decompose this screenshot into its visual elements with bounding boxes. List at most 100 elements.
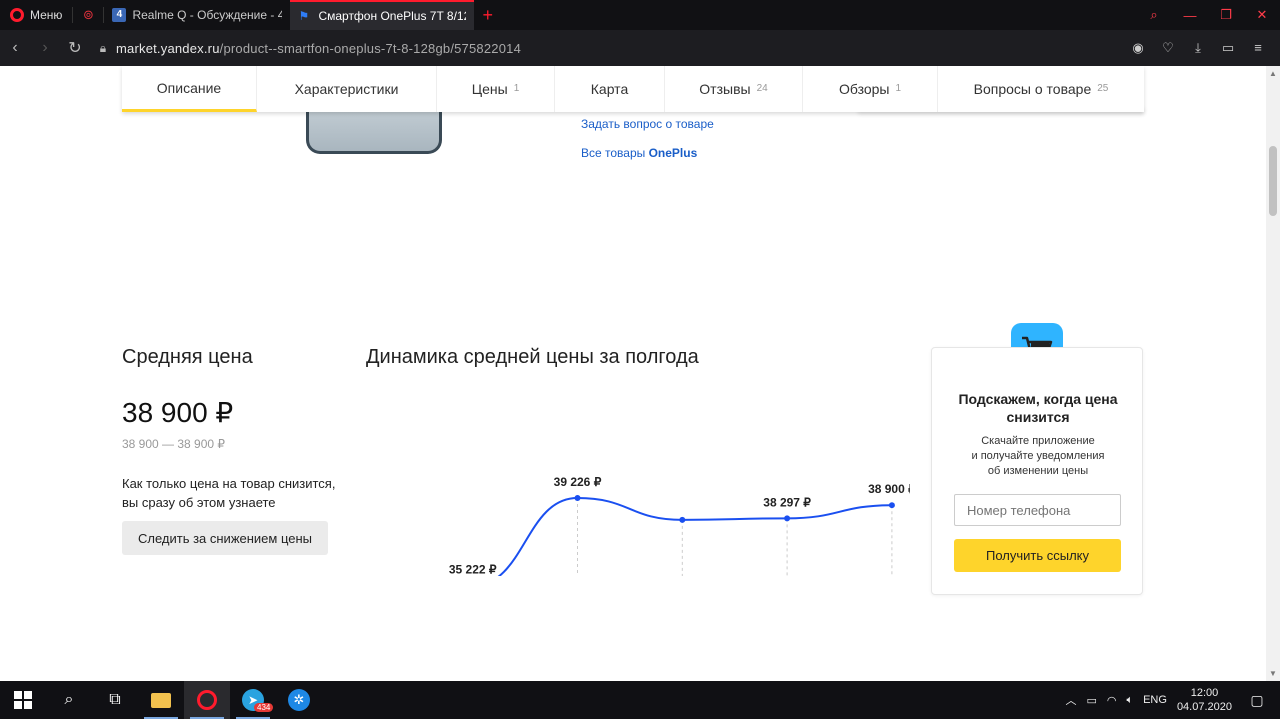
tab-description[interactable]: Описание: [122, 66, 257, 112]
tab-label: Цены: [471, 81, 508, 97]
clock[interactable]: 12:00 04.07.2020: [1177, 686, 1232, 714]
browser-tab-strip: Меню ⊚ 4 Realme Q - Обсуждение - 4 ⚑ Сма…: [0, 0, 1280, 30]
4pda-favicon-icon: 4: [112, 8, 127, 22]
chart-point: [888, 502, 895, 509]
battery-saver-icon[interactable]: ▭: [1218, 40, 1238, 56]
battery-icon[interactable]: ▭: [1086, 694, 1096, 707]
tab-label: Характеристики: [294, 81, 399, 97]
telegram-unread-badge: 434: [254, 703, 274, 712]
volume-icon[interactable]: 🔈︎: [1126, 694, 1133, 707]
gamepad-icon[interactable]: ⊚: [73, 0, 103, 30]
price-range: 38 900 — 38 900 ₽: [122, 437, 226, 451]
price-alert-subtitle: Скачайте приложение и получайте уведомле…: [932, 434, 1144, 479]
search-icon[interactable]: ⌕: [1136, 7, 1172, 23]
forward-icon[interactable]: ›: [30, 39, 60, 57]
easy-setup-icon[interactable]: ≡: [1248, 40, 1268, 56]
tab-count: 24: [756, 82, 768, 94]
chart-data-label: 38 900 ₽: [868, 482, 910, 496]
tab-reviews[interactable]: Отзывы 24: [665, 66, 803, 112]
brand-name: OnePlus: [648, 146, 698, 160]
back-icon[interactable]: ‹: [0, 39, 30, 57]
url-host: market.yandex.ru: [116, 40, 220, 56]
chart-title: Динамика средней цены за полгода: [366, 346, 699, 368]
phone-input[interactable]: [954, 494, 1121, 526]
browser-tab[interactable]: 4 Realme Q - Обсуждение - 4: [104, 0, 290, 30]
price-alert-card: Подскажем, когда цена снизится Скачайте …: [931, 347, 1143, 595]
heart-icon[interactable]: ♡: [1158, 40, 1178, 56]
get-link-button[interactable]: Получить ссылку: [954, 539, 1121, 572]
camera-icon[interactable]: ◉: [1128, 40, 1148, 56]
ask-question-link[interactable]: Задать вопрос о товаре: [581, 117, 714, 131]
search-icon[interactable]: ⌕: [46, 681, 92, 719]
address-bar: ‹ › ↻ 🔒︎ market.yandex.ru/product--smart…: [0, 30, 1280, 66]
close-icon[interactable]: ✕: [1244, 7, 1280, 23]
browser-tab-active[interactable]: ⚑ Смартфон OnePlus 7T 8/128: [290, 0, 475, 30]
notifications-icon[interactable]: ▢: [1242, 692, 1272, 709]
windows-taskbar: ⌕ ⧉ ➤ 434 ✲ ︿ ▭ ◠ 🔈︎ ENG 12:00 04.07.202…: [0, 681, 1280, 719]
average-price-title: Средняя цена: [122, 346, 253, 368]
subtitle-line: Скачайте приложение: [981, 435, 1095, 447]
language-indicator[interactable]: ENG: [1143, 694, 1167, 706]
tab-questions[interactable]: Вопросы о товаре 25: [938, 66, 1144, 112]
browser-tab-title: Realme Q - Обсуждение - 4: [132, 8, 283, 22]
tab-label: Отзывы: [699, 81, 751, 97]
browser-menu-label: Меню: [30, 8, 63, 22]
lock-icon[interactable]: 🔒︎: [90, 41, 116, 56]
telegram-icon[interactable]: ➤ 434: [230, 681, 276, 719]
chart-point: [784, 515, 791, 522]
price-drop-note: Как только цена на товар снизится, вы ср…: [122, 476, 336, 510]
tab-label: Вопросы о товаре: [973, 81, 1092, 97]
clock-time: 12:00: [1190, 687, 1219, 699]
tab-label: Обзоры: [838, 81, 890, 97]
scroll-down-icon[interactable]: ▼: [1269, 669, 1277, 678]
chevron-up-icon[interactable]: ︿: [1065, 692, 1076, 708]
average-price-value: 38 900 ₽: [122, 397, 234, 428]
follow-price-button[interactable]: Следить за снижением цены: [122, 521, 328, 555]
download-icon[interactable]: ⤓: [1188, 40, 1208, 56]
yandex-market-favicon-icon: ⚑: [298, 9, 310, 23]
tab-count: 25: [1097, 82, 1109, 94]
tab-label: Описание: [156, 79, 222, 96]
subtitle-line: об изменении цены: [987, 465, 1089, 477]
chart-data-label: 39 226 ₽: [554, 475, 602, 489]
page-scrollbar[interactable]: ▲ ▼: [1266, 66, 1280, 681]
price-dynamics-chart: 35 222 ₽39 226 ₽38 297 ₽38 900 ₽ЯнварьФе…: [449, 475, 910, 576]
chart-data-label: 38 297 ₽: [763, 495, 811, 509]
url-field[interactable]: market.yandex.ru/product--smartfon-onepl…: [116, 41, 521, 56]
app-icon[interactable]: ✲: [276, 681, 322, 719]
restore-icon[interactable]: ❐: [1208, 7, 1244, 23]
address-bar-actions: ◉ ♡ ⤓ ▭ ≡: [1128, 40, 1280, 56]
opera-taskbar-icon[interactable]: [184, 681, 230, 719]
chart-data-label: 35 222 ₽: [449, 563, 497, 576]
tab-count: 1: [895, 82, 902, 94]
subtitle-line: и получайте уведомления: [971, 450, 1105, 462]
browser-tab-title: Смартфон OnePlus 7T 8/128: [318, 9, 467, 23]
tab-overviews[interactable]: Обзоры 1: [803, 66, 938, 112]
system-tray: ︿ ▭ ◠ 🔈︎ ENG 12:00 04.07.2020 ▢: [1065, 686, 1280, 714]
task-view-icon[interactable]: ⧉: [92, 681, 138, 719]
browser-menu-button[interactable]: Меню: [0, 0, 72, 30]
minimize-icon[interactable]: —: [1172, 8, 1208, 23]
file-explorer-icon[interactable]: [138, 681, 184, 719]
all-brand-goods-link[interactable]: Все товары OnePlus: [581, 146, 697, 160]
tab-prices[interactable]: Цены 1: [437, 66, 555, 112]
wifi-icon[interactable]: ◠: [1107, 694, 1117, 707]
tab-count: 1: [513, 82, 520, 94]
product-tabs: Описание Характеристики Цены 1 Карта Отз…: [122, 66, 1144, 112]
opera-logo-icon: [10, 8, 24, 22]
chart-point: [679, 516, 686, 523]
scrollbar-thumb[interactable]: [1269, 146, 1277, 216]
new-tab-button[interactable]: +: [474, 5, 501, 26]
chart-point: [574, 495, 581, 502]
all-goods-prefix: Все товары: [581, 146, 649, 160]
window-controls: ⌕ — ❐ ✕: [1136, 0, 1280, 30]
tab-specs[interactable]: Характеристики: [257, 66, 437, 112]
url-path: /product--smartfon-oneplus-7t-8-128gb/57…: [219, 40, 522, 56]
start-button[interactable]: [0, 681, 46, 719]
price-alert-title: Подскажем, когда цена снизится: [958, 391, 1118, 425]
windows-logo-icon: [14, 691, 32, 709]
tab-label: Карта: [590, 81, 629, 97]
reload-icon[interactable]: ↻: [60, 38, 90, 58]
scroll-up-icon[interactable]: ▲: [1269, 69, 1277, 78]
tab-map[interactable]: Карта: [555, 66, 665, 112]
